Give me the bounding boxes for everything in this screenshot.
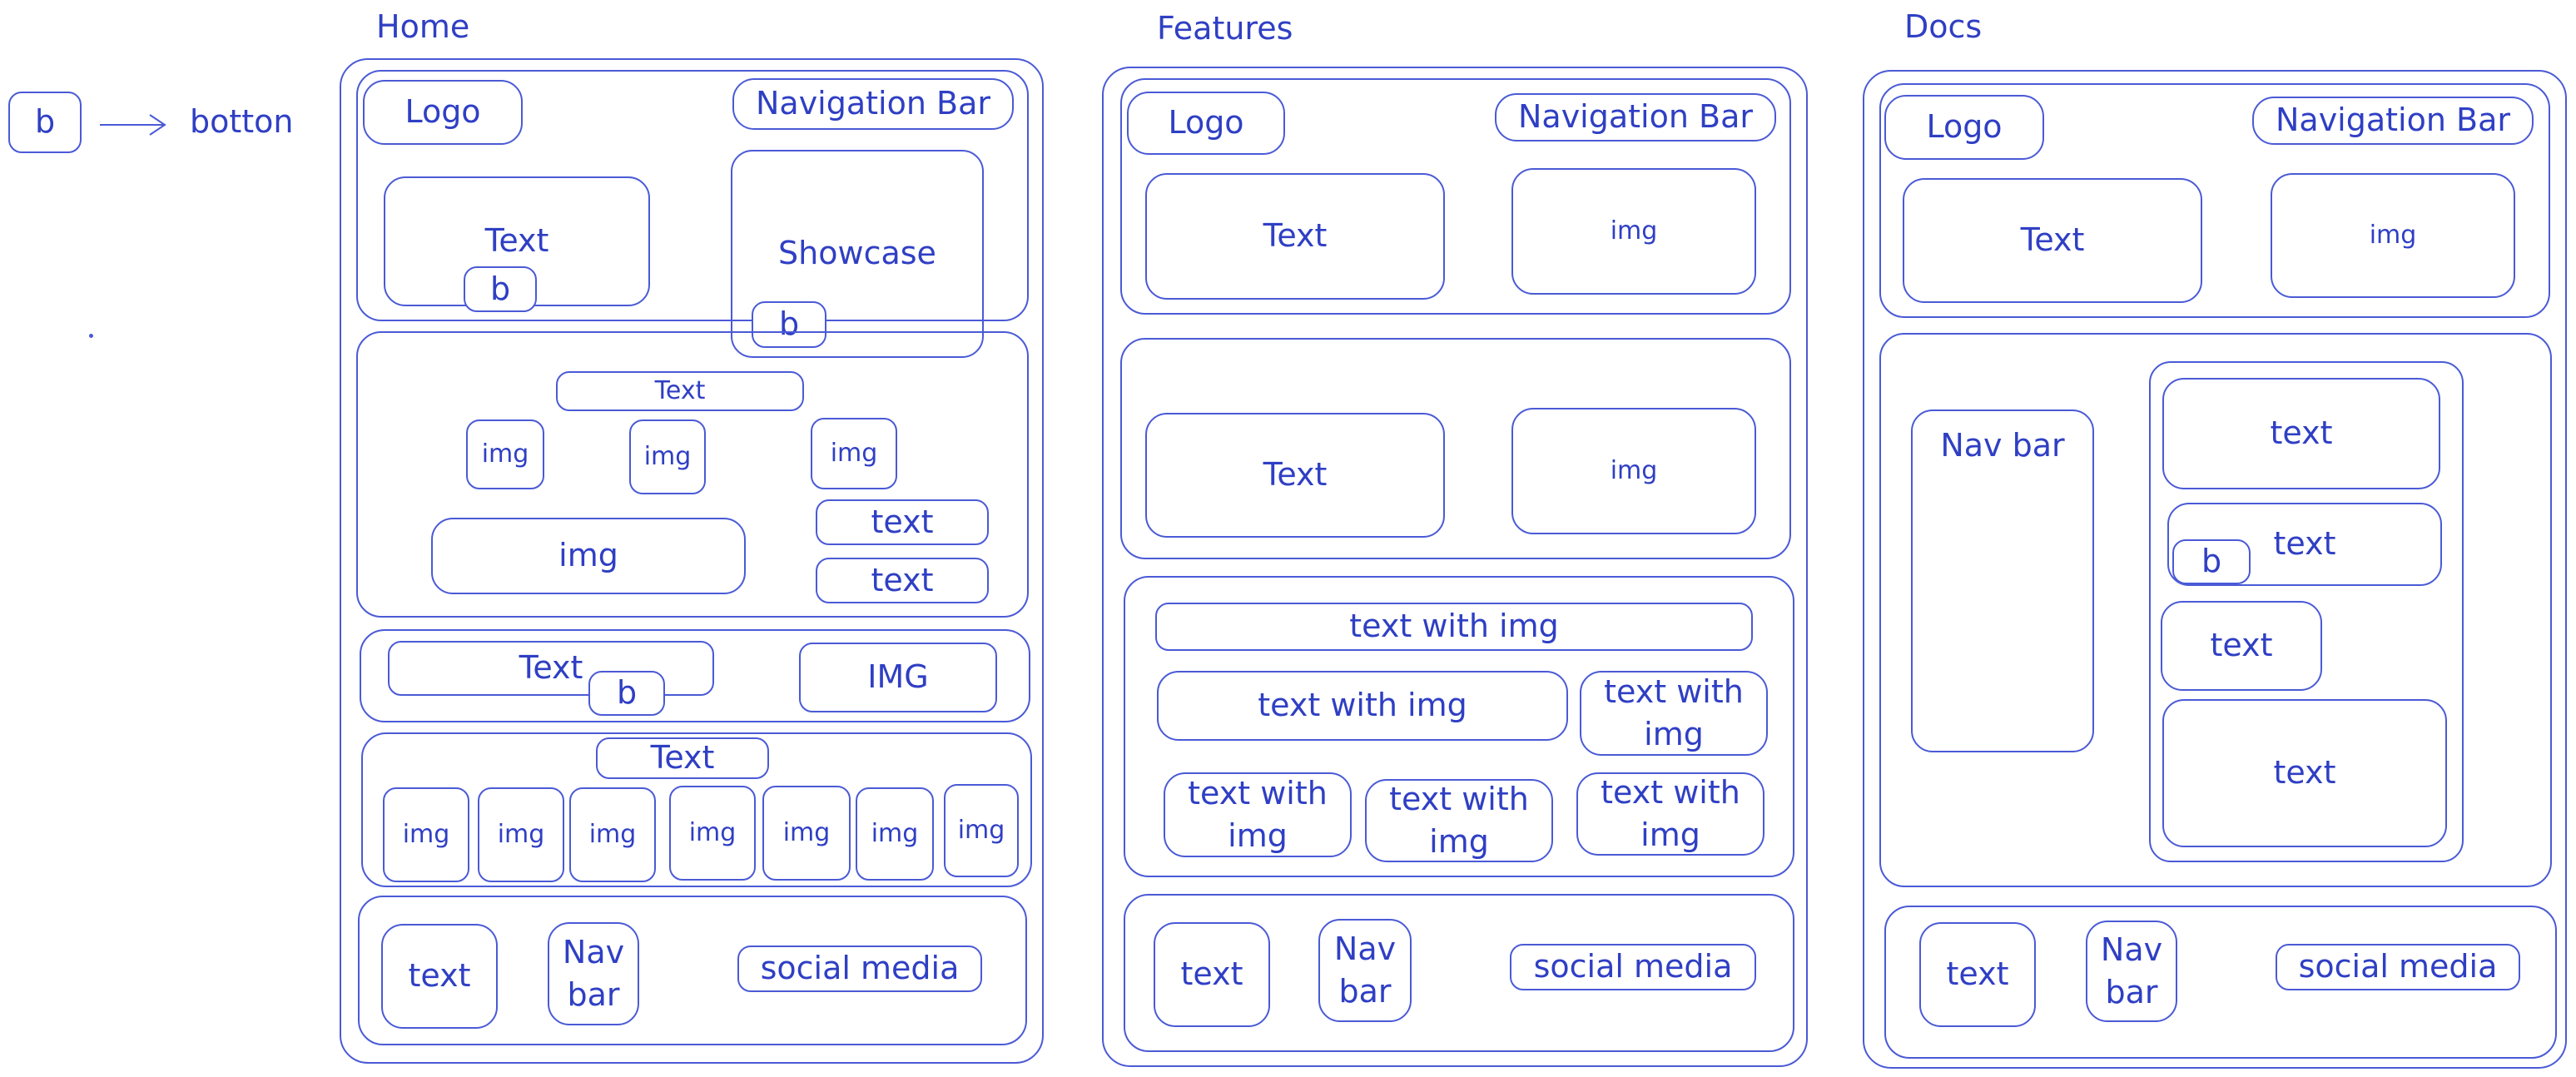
home-s2-title: Text [556,371,804,411]
home-s3-img: IMG [799,643,997,712]
home-footer-nav[interactable]: Nav bar [548,922,639,1025]
features-s3-bottom-2: text with img [1365,779,1553,862]
home-s4-title: Text [596,737,769,779]
features-logo: Logo [1127,92,1285,155]
features-footer-social-media[interactable]: social media [1510,944,1756,990]
features-navigation-bar[interactable]: Navigation Bar [1495,93,1776,141]
legend-button-glyph: b [34,103,56,141]
features-header-text: Text [1145,173,1445,300]
docs-navigation-bar[interactable]: Navigation Bar [2252,97,2534,145]
features-s3-bottom-1: text with img [1164,772,1352,857]
docs-side-nav-bar[interactable]: Nav bar [1911,409,2094,752]
home-s3-text: Text [388,641,714,696]
home-s4-img-4: img [669,786,756,881]
legend-button-sample: b [8,92,82,153]
home-s2-text-2: text [816,558,989,603]
docs-body-text-3: text [2161,601,2322,691]
features-label: Features [1157,10,1293,47]
legend-arrow-icon [100,114,166,136]
home-s2-img-2: img [629,419,706,494]
features-s2-text: Text [1145,413,1445,538]
home-label: Home [376,8,470,45]
docs-header-img: img [2271,173,2515,298]
home-s4-img-7: img [944,784,1019,877]
home-s4-img-1: img [383,787,469,882]
stray-dot [89,334,93,338]
features-s3-mid-wide: text with img [1157,671,1568,741]
home-hero-button[interactable]: b [464,266,537,312]
home-s2-img-3: img [811,418,897,489]
features-s3-mid-right: text with img [1580,671,1768,756]
docs-header-text: Text [1903,178,2202,303]
home-logo: Logo [363,80,523,145]
features-s3-top: text with img [1155,603,1753,651]
features-s2-img: img [1511,408,1756,534]
home-s3-button[interactable]: b [588,671,665,716]
home-s4-img-6: img [856,787,934,881]
home-footer-social-media[interactable]: social media [737,945,982,992]
home-footer-text: text [381,924,498,1029]
docs-body-button[interactable]: b [2172,539,2251,584]
docs-logo: Logo [1884,95,2044,160]
features-header-img: img [1511,168,1756,295]
home-s4-img-3: img [569,787,656,882]
home-s2-wide-img: img [431,518,746,594]
legend-button-meaning: botton [190,103,294,140]
docs-footer-text: text [1919,922,2036,1027]
docs-footer-nav[interactable]: Nav bar [2086,921,2177,1022]
docs-body-text-1: text [2162,378,2440,489]
features-footer-nav[interactable]: Nav bar [1318,919,1412,1022]
home-navigation-bar[interactable]: Navigation Bar [732,78,1014,130]
home-s2-img-1: img [466,419,544,489]
docs-label: Docs [1904,8,1983,45]
home-s4-img-2: img [478,787,564,882]
features-footer-text: text [1154,922,1270,1027]
home-s4-img-5: img [762,786,851,881]
docs-body-text-4: text [2162,699,2447,847]
docs-footer-social-media[interactable]: social media [2276,944,2520,990]
features-s3-bottom-3: text with img [1576,772,1764,856]
home-s2-text-1: text [816,499,989,545]
